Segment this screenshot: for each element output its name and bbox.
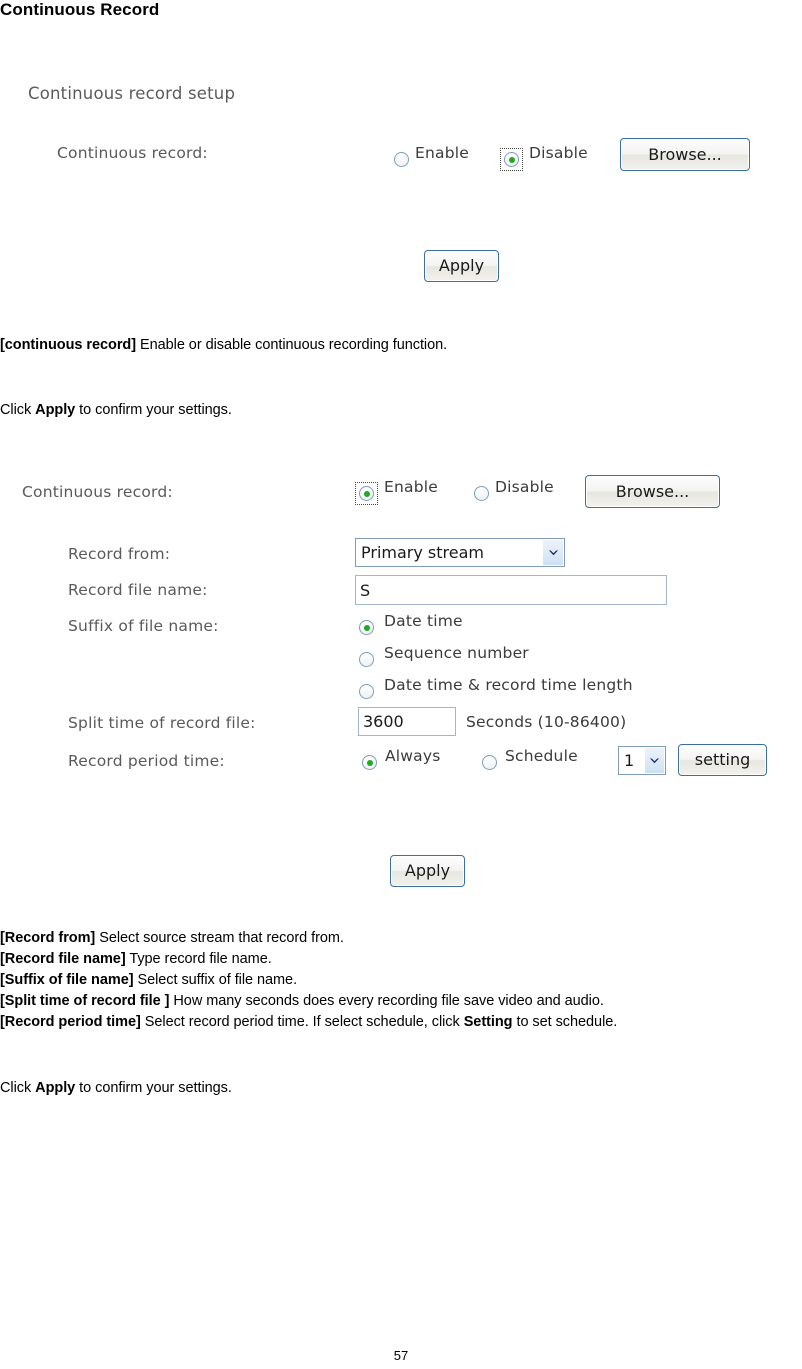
panel2-disable-radio-wrap[interactable] <box>470 482 493 505</box>
chevron-down-icon[interactable] <box>542 540 563 565</box>
panel2-enable-label: Enable <box>384 478 438 496</box>
panel2-suffix-label-1: Sequence number <box>384 644 529 662</box>
note-click-apply-2-pre: Click <box>0 1080 36 1096</box>
panel1-enable-radio[interactable] <box>394 152 409 167</box>
panel2-always-radio[interactable] <box>362 755 377 770</box>
panel1-disable-radio[interactable] <box>504 152 519 167</box>
panel2-suffix-label-0: Date time <box>384 612 463 630</box>
panel2-split-time-units: Seconds (10-86400) <box>466 713 627 731</box>
note-split-time-desc: How many seconds does every recording fi… <box>169 993 604 1009</box>
note-click-apply-2-bold: Apply <box>35 1080 76 1096</box>
panel1-disable-radio-focus[interactable] <box>500 148 523 171</box>
panel2-suffix-radio-1[interactable] <box>359 652 374 667</box>
panel2-schedule-select[interactable]: 1 <box>618 746 666 775</box>
chevron-down-icon[interactable] <box>644 748 664 773</box>
panel2-suffix-label: Suffix of file name: <box>68 617 219 635</box>
panel2-split-time-value: 3600 <box>363 712 404 731</box>
panel2-suffix-label-2: Date time & record time length <box>384 676 633 694</box>
note-record-period-mid: Select record period time. If select sch… <box>140 1014 464 1030</box>
page-number: 57 <box>393 1348 409 1363</box>
panel1-heading: Continuous record setup <box>28 84 236 103</box>
note-suffix-of-file-name: [Suffix of file name] Select suffix of f… <box>0 972 297 988</box>
panel2-always-radio-group[interactable]: Always <box>358 748 441 774</box>
note-record-file-name: [Record file name] Type record file name… <box>0 951 272 967</box>
panel2-apply-button[interactable]: Apply <box>390 855 465 887</box>
note-click-apply-1: Click Apply to confirm your settings. <box>0 402 232 418</box>
note-click-apply-1-bold: Apply <box>35 402 76 418</box>
panel2-always-label: Always <box>385 747 441 765</box>
panel1-enable-radio-group[interactable]: Enable <box>390 145 469 171</box>
panel2-suffix-radio-0[interactable] <box>359 620 374 635</box>
panel1-browse-button[interactable]: Browse... <box>620 138 750 171</box>
note-record-period-term: [Record period time] <box>0 1014 141 1030</box>
panel2-record-file-name-input[interactable]: S <box>355 575 667 605</box>
panel2-suffix-radio-2[interactable] <box>359 684 374 699</box>
note-record-period-end: to set schedule. <box>512 1014 618 1030</box>
note-click-apply-2: Click Apply to confirm your settings. <box>0 1080 232 1096</box>
note-continuous-record-desc: Enable or disable continuous recording f… <box>136 337 448 353</box>
panel2-enable-radio-group[interactable]: Enable <box>355 479 438 505</box>
note-click-apply-2-post: to confirm your settings. <box>75 1080 232 1096</box>
note-split-time-term: [Split time of record file ] <box>0 993 170 1009</box>
panel2-record-file-name-label: Record file name: <box>68 581 208 599</box>
panel2-suffix-option-2[interactable]: Date time & record time length <box>355 677 633 703</box>
panel2-browse-button[interactable]: Browse... <box>585 475 720 508</box>
panel2-schedule-radio[interactable] <box>482 755 497 770</box>
panel2-schedule-label: Schedule <box>505 747 578 765</box>
panel2-schedule-value: 1 <box>624 751 635 770</box>
panel2-suffix-radio-1-wrap[interactable] <box>355 648 378 671</box>
panel2-setting-button[interactable]: setting <box>678 744 767 776</box>
note-continuous-record-term: [continuous record] <box>0 337 136 353</box>
panel1-continuous-record-label: Continuous record: <box>57 144 208 162</box>
note-record-period-time: [Record period time] Select record perio… <box>0 1014 617 1030</box>
panel1-enable-radio-wrap[interactable] <box>390 148 413 171</box>
note-record-from-desc: Select source stream that record from. <box>95 930 344 946</box>
panel2-suffix-option-0[interactable]: Date time <box>355 613 463 639</box>
note-split-time-of-record-file: [Split time of record file ] How many se… <box>0 993 604 1009</box>
panel2-schedule-radio-wrap[interactable] <box>478 751 501 774</box>
panel2-disable-radio[interactable] <box>474 486 489 501</box>
panel2-suffix-option-1[interactable]: Sequence number <box>355 645 529 671</box>
panel2-record-period-label: Record period time: <box>68 752 225 770</box>
note-continuous-record: [continuous record] Enable or disable co… <box>0 337 447 353</box>
panel2-enable-radio[interactable] <box>359 486 374 501</box>
panel2-disable-radio-group[interactable]: Disable <box>470 479 554 505</box>
note-suffix-of-file-name-desc: Select suffix of file name. <box>133 972 298 988</box>
note-record-file-name-term: [Record file name] <box>0 951 126 967</box>
note-record-period-setting: Setting <box>463 1014 513 1030</box>
panel2-record-from-value: Primary stream <box>361 543 484 562</box>
note-click-apply-1-post: to confirm your settings. <box>75 402 232 418</box>
panel2-enable-radio-focus[interactable] <box>355 482 378 505</box>
panel2-record-file-name-value: S <box>360 580 371 600</box>
panel2-split-time-label: Split time of record file: <box>68 714 256 732</box>
panel2-schedule-radio-group[interactable]: Schedule <box>478 748 578 774</box>
panel1-apply-button[interactable]: Apply <box>424 250 499 282</box>
page-title: Continuous Record <box>0 0 160 19</box>
panel2-disable-label: Disable <box>495 478 554 496</box>
note-suffix-of-file-name-term: [Suffix of file name] <box>0 972 134 988</box>
panel1-disable-radio-group[interactable]: Disable <box>500 145 588 171</box>
panel2-continuous-record-label: Continuous record: <box>22 483 173 501</box>
panel2-always-radio-wrap[interactable] <box>358 751 381 774</box>
panel2-split-time-input[interactable]: 3600 <box>358 707 456 736</box>
continuous-record-setup-panel-expanded: Continuous record: Enable Disable Browse… <box>0 470 802 890</box>
panel2-record-from-label: Record from: <box>68 545 171 563</box>
panel2-suffix-radio-2-wrap[interactable] <box>355 680 378 703</box>
note-click-apply-1-pre: Click <box>0 402 36 418</box>
panel2-suffix-radio-0-wrap[interactable] <box>355 616 378 639</box>
panel2-record-from-select[interactable]: Primary stream <box>355 538 565 567</box>
note-record-from-term: [Record from] <box>0 930 96 946</box>
note-record-from: [Record from] Select source stream that … <box>0 930 344 946</box>
note-record-file-name-desc: Type record file name. <box>125 951 272 967</box>
continuous-record-setup-panel-collapsed: Continuous record setup Continuous recor… <box>0 78 802 288</box>
panel1-enable-label: Enable <box>415 144 469 162</box>
panel1-disable-label: Disable <box>529 144 588 162</box>
